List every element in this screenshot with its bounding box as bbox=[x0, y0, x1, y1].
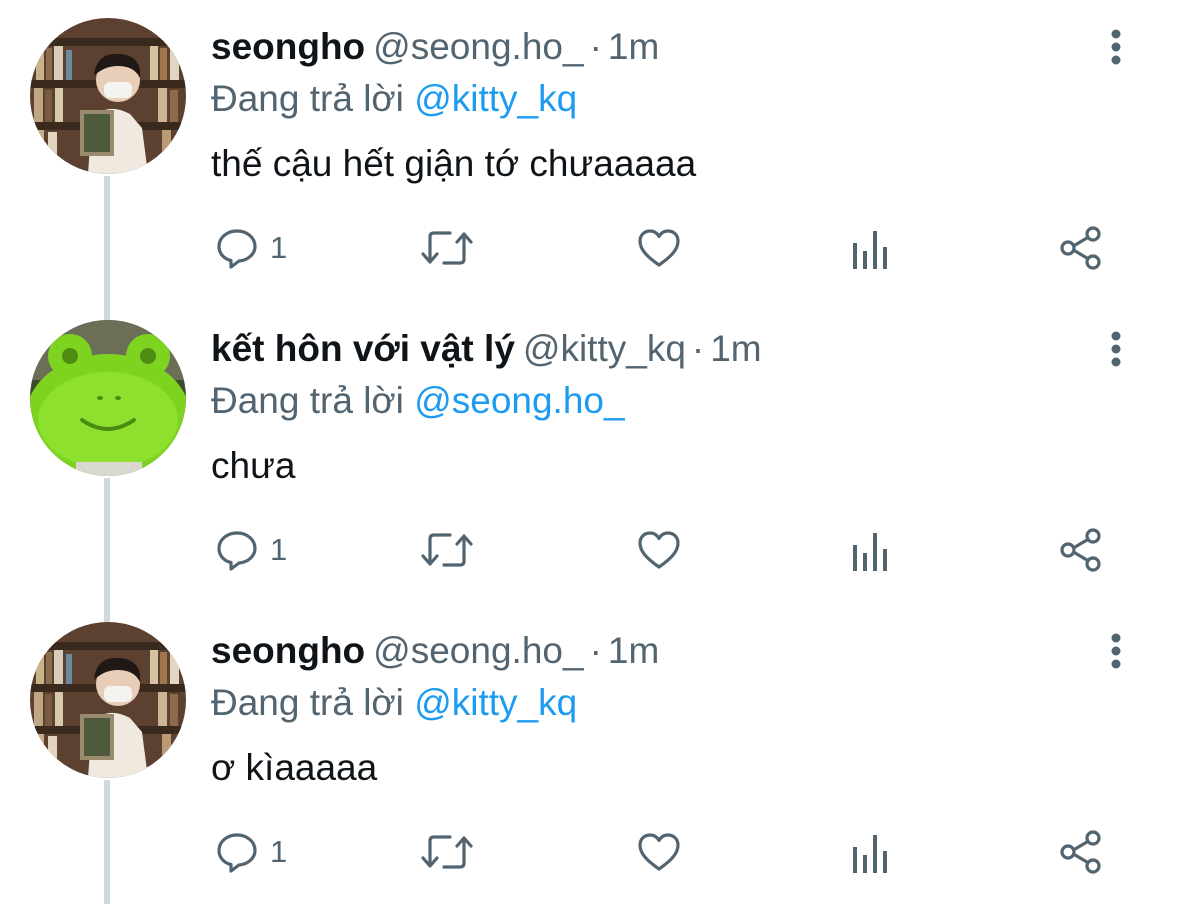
retweet-icon bbox=[421, 835, 473, 869]
retweet-button[interactable] bbox=[420, 522, 474, 578]
reply-bubble-icon bbox=[217, 833, 257, 873]
display-name[interactable]: seongho bbox=[211, 630, 365, 671]
tweet-header: seongho @seong.ho_ · 1m bbox=[211, 626, 659, 676]
tweet-text: chưa bbox=[211, 445, 296, 486]
timestamp[interactable]: 1m bbox=[710, 328, 761, 369]
tweet-text: ơ kìaaaaa bbox=[211, 747, 378, 788]
replying-to-label: Đang trả lời bbox=[211, 78, 404, 119]
replying-to: Đang trả lời @seong.ho_ bbox=[211, 376, 625, 426]
action-bar: 1 bbox=[0, 200, 1179, 296]
views-chart-icon bbox=[853, 231, 887, 269]
share-button[interactable] bbox=[1058, 824, 1104, 880]
replying-to-label: Đang trả lời bbox=[211, 682, 404, 723]
tweet-header: seongho @seong.ho_ · 1m bbox=[211, 22, 659, 72]
tweet[interactable]: kết hôn với vật lý @kitty_kq · 1m Đang trả … bbox=[0, 302, 1179, 604]
retweet-icon bbox=[421, 533, 473, 567]
more-vertical-icon bbox=[1111, 633, 1121, 669]
views-button[interactable] bbox=[850, 220, 890, 276]
reply-count: 1 bbox=[270, 230, 288, 265]
like-button[interactable] bbox=[636, 522, 682, 578]
timestamp[interactable]: 1m bbox=[608, 26, 659, 67]
tweet[interactable]: seongho @seong.ho_ · 1m Đang trả lời @kitty… bbox=[0, 0, 1179, 302]
avatar[interactable] bbox=[30, 320, 186, 476]
mention-link[interactable]: @kitty_kq bbox=[414, 78, 577, 119]
more-vertical-icon bbox=[1111, 331, 1121, 367]
separator-dot: · bbox=[589, 26, 602, 67]
replying-to: Đang trả lời @kitty_kq bbox=[211, 678, 577, 728]
avatar-photo bbox=[30, 622, 186, 778]
separator-dot: · bbox=[589, 630, 602, 671]
reply-button[interactable]: 1 bbox=[214, 824, 287, 880]
avatar-photo bbox=[30, 18, 186, 174]
share-button[interactable] bbox=[1058, 522, 1104, 578]
retweet-button[interactable] bbox=[420, 824, 474, 880]
like-button[interactable] bbox=[636, 220, 682, 276]
mention-link[interactable]: @kitty_kq bbox=[414, 682, 577, 723]
views-button[interactable] bbox=[850, 522, 890, 578]
heart-icon bbox=[638, 531, 680, 569]
more-options-button[interactable] bbox=[1096, 626, 1136, 676]
display-name[interactable]: seongho bbox=[211, 26, 365, 67]
views-chart-icon bbox=[853, 835, 887, 873]
reply-count: 1 bbox=[270, 532, 288, 567]
user-handle[interactable]: @seong.ho_ bbox=[373, 26, 583, 67]
views-chart-icon bbox=[853, 533, 887, 571]
share-button[interactable] bbox=[1058, 220, 1104, 276]
retweet-button[interactable] bbox=[420, 220, 474, 276]
timestamp[interactable]: 1m bbox=[608, 630, 659, 671]
heart-icon bbox=[638, 229, 680, 267]
tweet-header: kết hôn với vật lý @kitty_kq · 1m bbox=[211, 324, 762, 374]
heart-icon bbox=[638, 833, 680, 871]
action-bar: 1 bbox=[0, 804, 1179, 900]
replying-to-label: Đang trả lời bbox=[211, 380, 404, 421]
user-handle[interactable]: @seong.ho_ bbox=[373, 630, 583, 671]
retweet-icon bbox=[421, 231, 473, 265]
replying-to: Đang trả lời @kitty_kq bbox=[211, 74, 577, 124]
action-bar: 1 bbox=[0, 502, 1179, 598]
tweet-thread: seongho @seong.ho_ · 1m Đang trả lời @kitty… bbox=[0, 0, 1179, 904]
avatar[interactable] bbox=[30, 18, 186, 174]
display-name[interactable]: kết hôn với vật lý bbox=[211, 328, 515, 369]
views-button[interactable] bbox=[850, 824, 890, 880]
reply-count: 1 bbox=[270, 834, 288, 869]
tweet-text: thế cậu hết giận tớ chưaaaaa bbox=[211, 143, 697, 184]
separator-dot: · bbox=[691, 328, 705, 369]
user-handle[interactable]: @kitty_kq bbox=[523, 328, 686, 369]
share-icon bbox=[1060, 830, 1101, 874]
more-vertical-icon bbox=[1111, 29, 1121, 65]
reply-button[interactable]: 1 bbox=[214, 522, 287, 578]
share-icon bbox=[1060, 528, 1101, 572]
tweet[interactable]: seongho @seong.ho_ · 1m Đang trả lời @kitty… bbox=[0, 604, 1179, 904]
reply-bubble-icon bbox=[217, 531, 257, 571]
reply-bubble-icon bbox=[217, 229, 257, 269]
share-icon bbox=[1060, 226, 1101, 270]
reply-button[interactable]: 1 bbox=[214, 220, 287, 276]
more-options-button[interactable] bbox=[1096, 22, 1136, 72]
like-button[interactable] bbox=[636, 824, 682, 880]
mention-link[interactable]: @seong.ho_ bbox=[414, 380, 624, 421]
avatar[interactable] bbox=[30, 622, 186, 778]
avatar-photo bbox=[30, 320, 186, 476]
more-options-button[interactable] bbox=[1096, 324, 1136, 374]
